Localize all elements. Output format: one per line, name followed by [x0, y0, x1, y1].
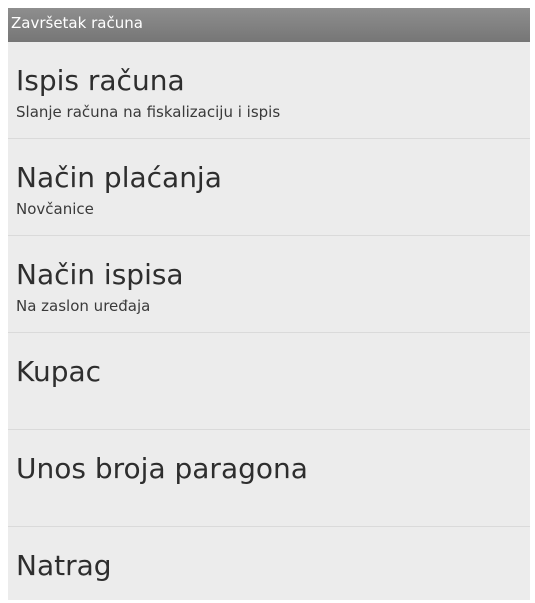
- dialog-title-bar: Završetak računa: [8, 8, 530, 42]
- dialog-title: Završetak računa: [11, 14, 143, 32]
- menu-item-title: Način plaćanja: [16, 161, 222, 194]
- dialog: Završetak računa Ispis računa Slanje rač…: [8, 8, 530, 600]
- menu-item-title: Način ispisa: [16, 258, 184, 291]
- menu-item-subtitle: Novčanice: [16, 200, 94, 218]
- menu-item-title: Kupac: [16, 355, 102, 388]
- menu-item-title: Unos broja paragona: [16, 452, 308, 485]
- menu-item-subtitle: Na zaslon uređaja: [16, 297, 151, 315]
- menu-item-unos-broja-paragona[interactable]: Unos broja paragona: [8, 430, 530, 527]
- menu-item-nacin-ispisa[interactable]: Način ispisa Na zaslon uređaja: [8, 236, 530, 333]
- menu-item-title: Natrag: [16, 549, 112, 582]
- menu-item-subtitle: Slanje računa na fiskalizaciju i ispis: [16, 103, 281, 121]
- options-list: Ispis računa Slanje računa na fiskalizac…: [8, 42, 530, 600]
- menu-item-ispis-racuna[interactable]: Ispis računa Slanje računa na fiskalizac…: [8, 42, 530, 139]
- menu-item-kupac[interactable]: Kupac: [8, 333, 530, 430]
- menu-item-natrag[interactable]: Natrag: [8, 527, 530, 600]
- menu-item-title: Ispis računa: [16, 64, 185, 97]
- menu-item-nacin-placanja[interactable]: Način plaćanja Novčanice: [8, 139, 530, 236]
